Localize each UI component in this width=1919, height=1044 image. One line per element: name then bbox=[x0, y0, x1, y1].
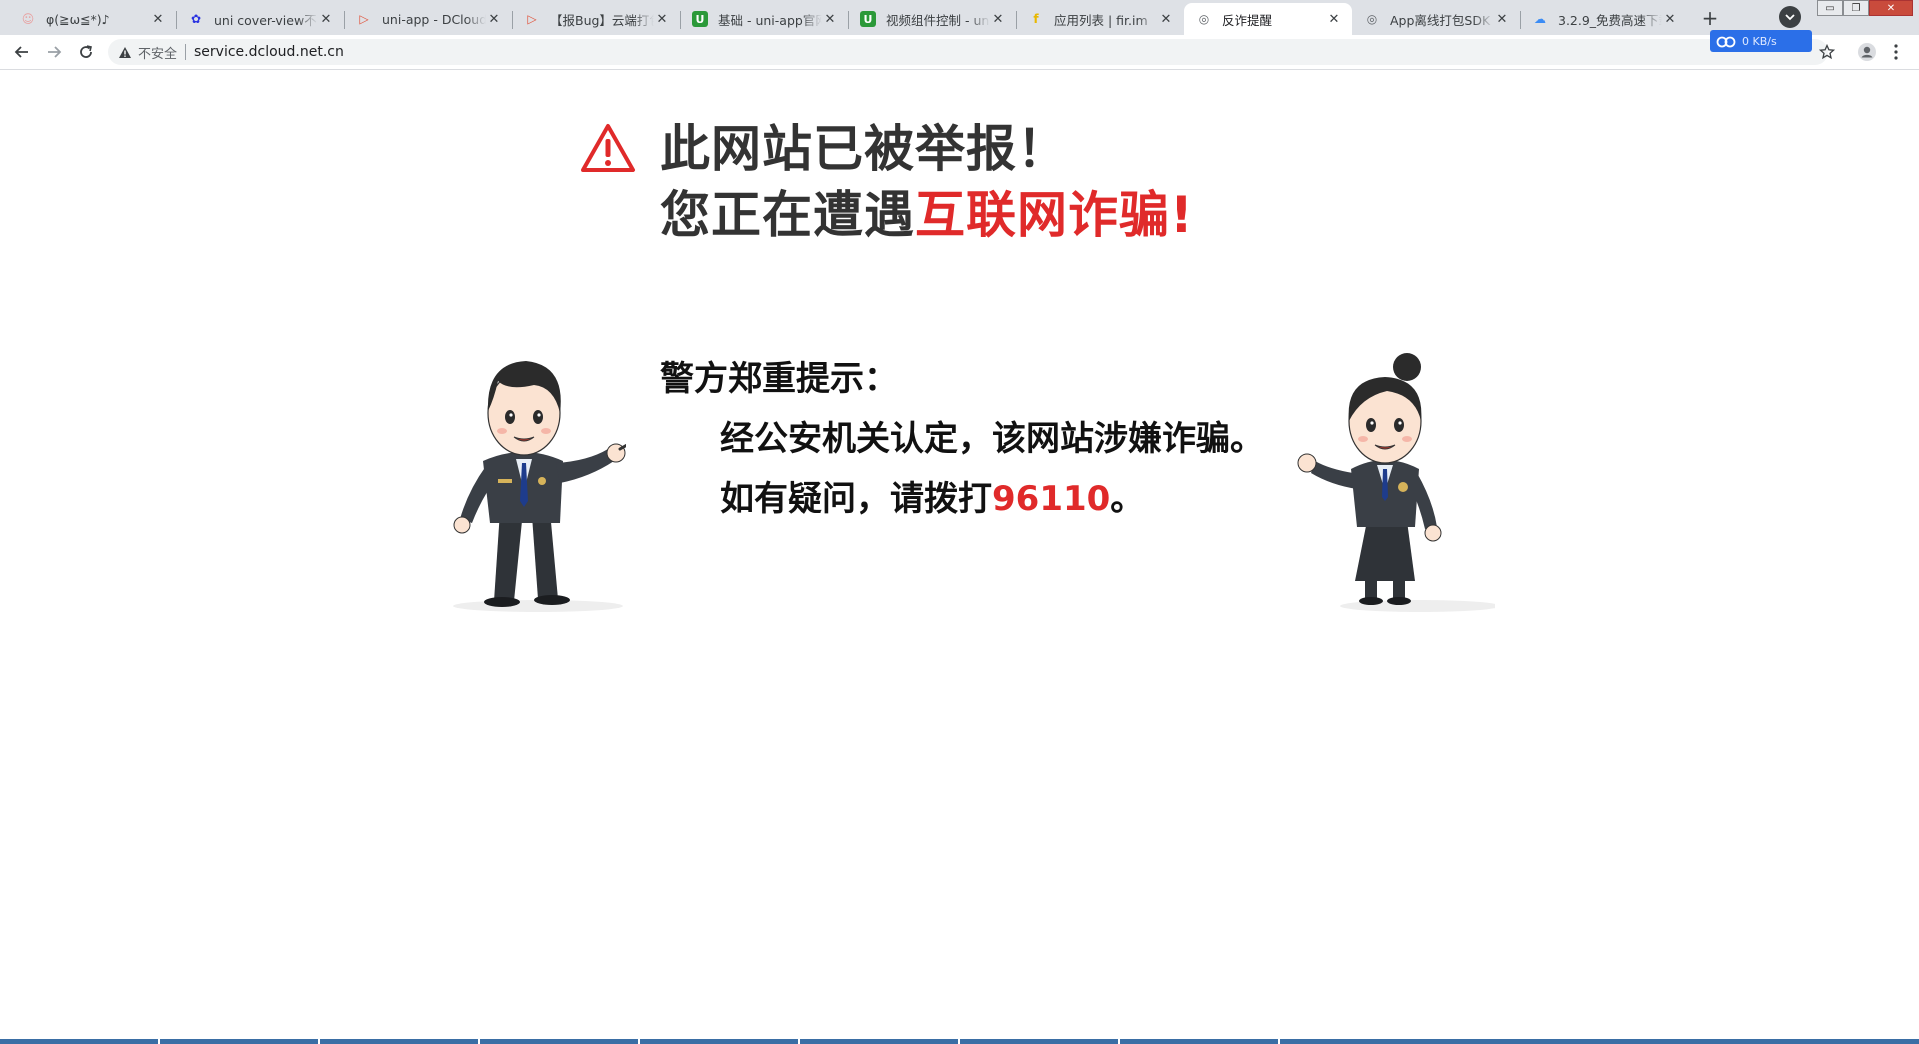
globe-icon: ◎ bbox=[1198, 12, 1210, 26]
anime-avatar-icon: ☺ bbox=[21, 12, 35, 26]
tab-title: 视频组件控制 - uni… bbox=[886, 12, 990, 28]
more-vertical-icon bbox=[1894, 44, 1898, 60]
plus-icon: + bbox=[1701, 6, 1719, 30]
warning-triangle-icon bbox=[581, 124, 635, 172]
minimize-icon: ▭ bbox=[1825, 2, 1835, 14]
chevron-down-icon bbox=[1785, 14, 1795, 21]
security-indicator[interactable]: 不安全 bbox=[118, 43, 177, 62]
headline-line-2-red: 互联网诈骗! bbox=[915, 186, 1194, 244]
extension-speed-label: 0 KB/s bbox=[1742, 34, 1777, 48]
security-label: 不安全 bbox=[138, 46, 178, 62]
female-police-officer-illustration bbox=[1297, 353, 1495, 612]
omnibox-separator bbox=[185, 44, 187, 60]
tab-title: 【报Bug】云端打包… bbox=[550, 12, 654, 28]
tab-title: uni cover-view不能… bbox=[214, 12, 318, 28]
tab-6[interactable]: f 应用列表 | fir.im ✕ bbox=[1016, 3, 1184, 35]
page-content: 此网站已被举报！ 您正在遭遇互联网诈骗! 警方郑重提示： 经公安机关认定，该网站… bbox=[0, 71, 1919, 1039]
notice-title: 警方郑重提示： bbox=[660, 359, 898, 399]
close-icon[interactable]: ✕ bbox=[1494, 11, 1510, 27]
tab-title: 基础 - uni-app官网 bbox=[718, 12, 822, 28]
new-tab-button[interactable]: + bbox=[1696, 4, 1724, 32]
taskbar-segment bbox=[800, 1039, 960, 1044]
notice-line-1: 经公安机关认定，该网站涉嫌诈骗。 bbox=[720, 419, 1264, 459]
tab-1[interactable]: ✿ uni cover-view不能…✕ bbox=[176, 3, 344, 35]
star-icon bbox=[1819, 44, 1835, 60]
tab-strip: ☺φ(≧ω≦*)♪✕✿uni cover-view不能…✕▷uni-app - … bbox=[0, 0, 1919, 35]
tab-4[interactable]: U 基础 - uni-app官网 ✕ bbox=[680, 3, 848, 35]
close-icon: ✕ bbox=[1886, 2, 1896, 14]
tab-title: App离线打包SDK bbox=[1390, 12, 1491, 28]
close-icon[interactable]: ✕ bbox=[1662, 11, 1678, 27]
window-controls: ▭ ❐ ✕ bbox=[1817, 0, 1913, 16]
close-icon[interactable]: ✕ bbox=[654, 11, 670, 27]
forward-button[interactable] bbox=[40, 38, 68, 66]
tab-search-button[interactable] bbox=[1779, 6, 1801, 28]
tab-title: φ(≧ω≦*)♪ bbox=[46, 11, 110, 27]
close-window-button[interactable]: ✕ bbox=[1869, 0, 1913, 16]
baidu-cloud-icon: ☁ bbox=[1534, 12, 1546, 26]
taskbar-segment bbox=[320, 1039, 480, 1044]
minimize-button[interactable]: ▭ bbox=[1817, 0, 1843, 16]
taskbar-segment bbox=[0, 1039, 160, 1044]
tab-title: 应用列表 | fir.im bbox=[1054, 12, 1148, 28]
uniapp-u-icon: U bbox=[692, 11, 708, 27]
taskbar-segment bbox=[480, 1039, 640, 1044]
bookmark-button[interactable] bbox=[1815, 40, 1839, 64]
tab-8[interactable]: ◎ App离线打包SDK ✕ bbox=[1352, 3, 1520, 35]
close-icon[interactable]: ✕ bbox=[150, 11, 166, 27]
browser-toolbar: 不安全 service.dcloud.net.cn bbox=[0, 35, 1919, 70]
notice-line-2-prefix: 如有疑问，请拨打 bbox=[720, 479, 992, 519]
back-button[interactable] bbox=[8, 38, 36, 66]
tab-list: ☺φ(≧ω≦*)♪✕✿uni cover-view不能…✕▷uni-app - … bbox=[0, 0, 1724, 35]
dcloud-d-icon: ▷ bbox=[359, 12, 369, 26]
headline-line-2-prefix: 您正在遭遇 bbox=[660, 186, 915, 244]
tab-7[interactable]: ◎ 反诈提醒 ✕ bbox=[1184, 3, 1352, 35]
headline-line-1: 此网站已被举报！ bbox=[660, 120, 1068, 178]
globe-icon: ◎ bbox=[1366, 12, 1378, 26]
url-text[interactable]: service.dcloud.net.cn bbox=[194, 44, 344, 60]
page-title: 此网站已被举报！ 您正在遭遇互联网诈骗! bbox=[660, 116, 1194, 248]
avatar-icon bbox=[1858, 43, 1876, 61]
paw-icon: ✿ bbox=[190, 12, 202, 26]
extension-speed-badge[interactable]: 0 KB/s bbox=[1710, 30, 1812, 52]
hotline-number: 96110 bbox=[992, 479, 1111, 519]
close-icon[interactable]: ✕ bbox=[822, 11, 838, 27]
profile-button[interactable] bbox=[1855, 40, 1879, 64]
restore-button[interactable]: ❐ bbox=[1843, 0, 1869, 16]
warning-triangle-icon bbox=[119, 46, 131, 58]
close-icon[interactable]: ✕ bbox=[486, 11, 502, 27]
tab-3[interactable]: ▷ 【报Bug】云端打包…✕ bbox=[512, 3, 680, 35]
taskbar-segment bbox=[640, 1039, 800, 1044]
close-icon[interactable]: ✕ bbox=[1326, 11, 1342, 27]
notice-line-2-suffix: 。 bbox=[1110, 479, 1145, 519]
address-bar[interactable]: 不安全 service.dcloud.net.cn bbox=[108, 39, 1828, 65]
tab-2[interactable]: ▷ uni-app - DCloud…✕ bbox=[344, 3, 512, 35]
firim-f-icon: f bbox=[1033, 12, 1039, 26]
headline-line-2: 您正在遭遇互联网诈骗! bbox=[660, 182, 1194, 248]
dcloud-d-icon: ▷ bbox=[527, 12, 537, 26]
reload-icon bbox=[80, 45, 92, 58]
browser-menu-button[interactable] bbox=[1886, 40, 1906, 64]
close-icon[interactable]: ✕ bbox=[1158, 11, 1174, 27]
notice-line-2: 如有疑问，请拨打96110。 bbox=[720, 471, 1144, 520]
male-police-officer-illustration bbox=[453, 361, 626, 612]
restore-icon: ❐ bbox=[1851, 2, 1861, 14]
baidu-cloud-icon bbox=[1716, 36, 1736, 48]
tab-0[interactable]: ☺ φ(≧ω≦*)♪ ✕ bbox=[8, 3, 176, 35]
tab-title: 反诈提醒 bbox=[1222, 12, 1273, 28]
close-icon[interactable]: ✕ bbox=[318, 11, 334, 27]
uniapp-u-icon: U bbox=[860, 11, 876, 27]
reload-button[interactable] bbox=[72, 38, 100, 66]
arrow-left-icon bbox=[14, 46, 28, 58]
taskbar-segment bbox=[1120, 1039, 1280, 1044]
tab-9[interactable]: ☁ 3.2.9_免费高速下载…✕ bbox=[1520, 3, 1688, 35]
arrow-right-icon bbox=[48, 46, 62, 58]
taskbar-segment bbox=[160, 1039, 320, 1044]
taskbar-strip bbox=[0, 1039, 1919, 1044]
tab-title: uni-app - DCloud… bbox=[382, 11, 486, 27]
taskbar-segment bbox=[960, 1039, 1120, 1044]
tab-title: 3.2.9_免费高速下载… bbox=[1558, 12, 1662, 28]
tab-5[interactable]: U 视频组件控制 - uni…✕ bbox=[848, 3, 1016, 35]
close-icon[interactable]: ✕ bbox=[990, 11, 1006, 27]
